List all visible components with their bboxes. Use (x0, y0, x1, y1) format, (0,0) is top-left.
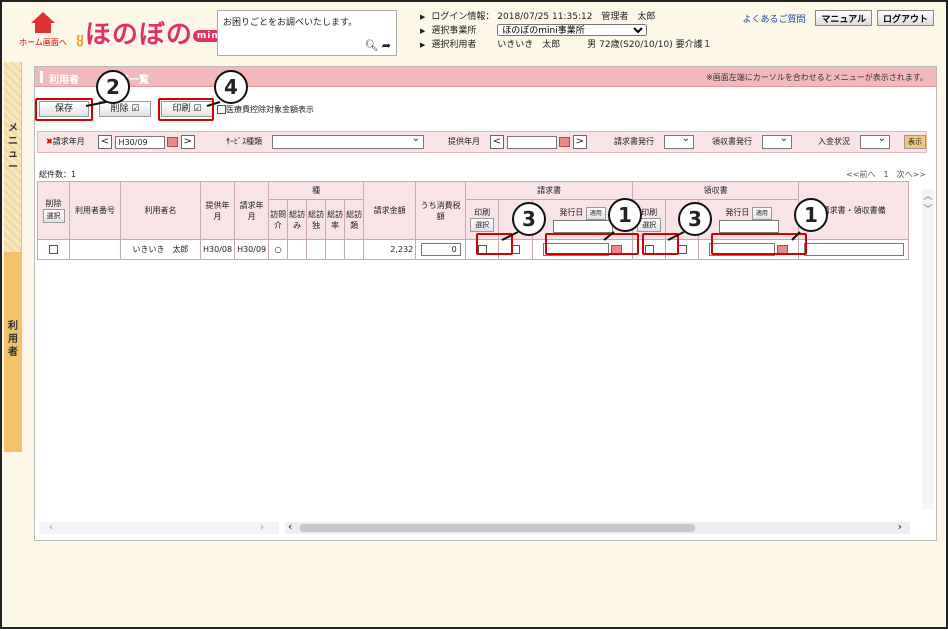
app-frame: ホーム画面へ ყほのぼの mini お困りごとをお調べいたします。 🔍︎ ➦ ▶ ロ… (0, 0, 948, 629)
callout-1-receipt: 1 (794, 198, 828, 232)
callout-3-receipt: 3 (678, 202, 712, 236)
callout-4: 4 (214, 70, 248, 104)
callout-2: 2 (96, 70, 130, 104)
callout-lines (85, 101, 801, 241)
callout-1-invoice: 1 (608, 198, 642, 232)
callout-3-invoice: 3 (512, 202, 546, 236)
